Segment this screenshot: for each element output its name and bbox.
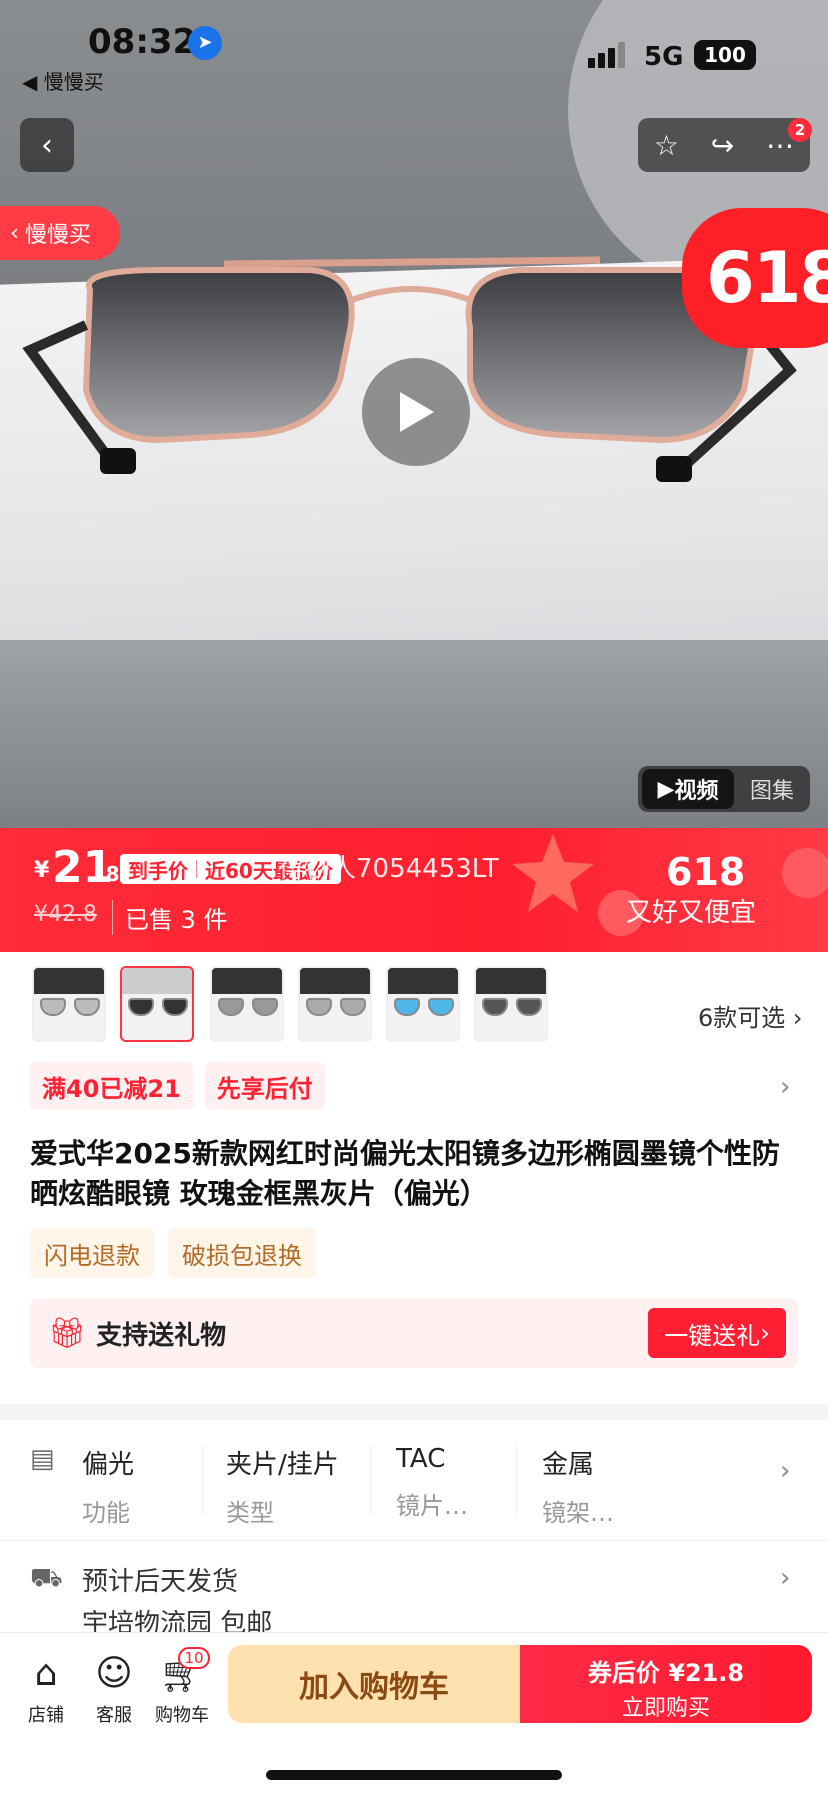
product-attributes[interactable]: ▤ 偏光 功能 夹片/挂片 类型 TAC 镜片… 金属 镜架… › <box>0 1420 828 1540</box>
chevron-right-icon: › <box>792 1004 803 1032</box>
promo-tag-discount[interactable]: 满40已减21 <box>30 1062 193 1110</box>
variant-selector: 6款可选 › <box>0 952 828 1052</box>
product-hero-image[interactable]: 08:32 ➤ ◀ 慢慢买 5G 100 ‹ ☆ ↪ ⋯ 2 ‹ 慢慢买 618 <box>0 0 828 828</box>
chat-icon: ☺ <box>95 1653 133 1694</box>
home-indicator[interactable] <box>266 1770 562 1780</box>
cart-count-badge: 10 <box>178 1647 210 1669</box>
product-title: 爱式华2025新款网红时尚偏光太阳镜多边形椭圆墨镜个性防晒炫酷眼镜 玫瑰金框黑灰… <box>30 1137 780 1210</box>
variant-thumb[interactable] <box>298 966 372 1042</box>
play-icon <box>400 392 434 432</box>
service-tag-damage-return: 破损包退换 <box>168 1228 316 1278</box>
app-pill-label: 慢慢买 <box>24 223 91 248</box>
promo-618-label: 618 <box>666 850 746 894</box>
currency-symbol: ¥ <box>34 858 50 883</box>
network-type: 5G <box>644 42 684 72</box>
tab-gallery[interactable]: 图集 <box>734 773 810 805</box>
shop-icon: ⌂ <box>34 1653 58 1694</box>
promo-slogan: 又好又便宜 <box>626 898 757 928</box>
location-icon: ➤ <box>188 26 222 60</box>
original-price: ¥42.8 <box>34 902 97 927</box>
status-bar: 08:32 ➤ ◀ 慢慢买 5G 100 <box>0 0 828 100</box>
star-icon[interactable]: ☆ <box>654 129 679 162</box>
signal-icon <box>588 42 625 68</box>
chevron-left-icon: ‹ <box>41 127 53 163</box>
send-gift-button[interactable]: 一键送礼 › <box>648 1308 786 1358</box>
promo-tag-pay-later[interactable]: 先享后付 <box>204 1062 325 1110</box>
price-decimal: .8 <box>98 862 120 886</box>
top-actions: ☆ ↪ ⋯ <box>638 118 810 172</box>
buy-now-button[interactable]: 券后价 ¥21.8 立即购买 <box>520 1645 812 1723</box>
shipping-info[interactable]: ⛟ 预计后天发货 宇培物流园 包邮 › <box>0 1540 828 1639</box>
attribute-item: TAC 镜片… <box>396 1444 468 1520</box>
tab-video[interactable]: ▶ 视频 <box>642 769 734 809</box>
service-tag-fast-refund: 闪电退款 <box>30 1228 154 1278</box>
gift-label: 支持送礼物 <box>96 1320 227 1351</box>
watermark-text: 得物人7054453LT <box>278 854 499 884</box>
play-video-button[interactable] <box>362 358 470 466</box>
back-to-app-link[interactable]: ◀ 慢慢买 <box>22 66 104 95</box>
chevron-left-icon: ‹ <box>10 220 19 246</box>
variant-thumb[interactable] <box>32 966 106 1042</box>
variant-count[interactable]: 6款可选 › <box>698 998 803 1033</box>
battery-icon: 100 <box>694 40 756 70</box>
document-icon: ▤ <box>30 1444 55 1474</box>
product-page: 08:32 ➤ ◀ 慢慢买 5G 100 ‹ ☆ ↪ ⋯ 2 ‹ 慢慢买 618 <box>0 0 828 1795</box>
price-banner: ¥ 21 .8 到手价 近60天最低价 得物人7054453LT ¥42.8 已… <box>0 828 828 952</box>
final-price-tag: 到手价 <box>128 858 188 883</box>
back-button[interactable]: ‹ <box>20 118 74 172</box>
promo-618-badge[interactable]: 618 <box>682 208 828 348</box>
variant-thumb[interactable] <box>210 966 284 1042</box>
balloon-icon <box>782 848 828 898</box>
add-to-cart-button[interactable]: 加入购物车 <box>228 1645 520 1723</box>
gift-banner: 🎁︎ 支持送礼物 一键送礼 › <box>30 1298 798 1368</box>
sold-count: 已售 3 件 <box>112 900 228 935</box>
section-divider <box>0 1404 828 1420</box>
shop-button[interactable]: ⌂ 店铺 <box>14 1653 78 1727</box>
share-icon[interactable]: ↪ <box>711 129 734 162</box>
variant-thumb[interactable] <box>474 966 548 1042</box>
attribute-item: 偏光 功能 <box>82 1450 135 1527</box>
notification-badge: 2 <box>788 118 812 142</box>
app-return-pill[interactable]: ‹ 慢慢买 <box>0 206 120 260</box>
variant-thumb[interactable] <box>386 966 460 1042</box>
shipping-eta: 预计后天发货 <box>82 1567 239 1597</box>
promotion-tags[interactable]: 满40已减21 先享后付 <box>30 1062 325 1110</box>
chevron-right-icon[interactable]: › <box>780 1072 790 1102</box>
chevron-right-icon: › <box>780 1456 791 1486</box>
service-tags: 闪电退款 破损包退换 <box>30 1228 316 1278</box>
star-decoration-icon <box>512 834 594 912</box>
attribute-item: 金属 镜架… <box>542 1450 614 1527</box>
customer-service-button[interactable]: ☺ 客服 <box>82 1653 146 1727</box>
status-time: 08:32 <box>88 22 197 62</box>
chevron-right-icon: › <box>780 1563 791 1593</box>
gift-icon: 🎁︎ <box>48 1315 87 1351</box>
media-toggle: ▶ 视频 图集 <box>638 766 810 812</box>
variant-thumb-selected[interactable] <box>120 966 194 1042</box>
attribute-item: 夹片/挂片 类型 <box>226 1450 339 1527</box>
truck-icon: ⛟ <box>30 1563 63 1593</box>
